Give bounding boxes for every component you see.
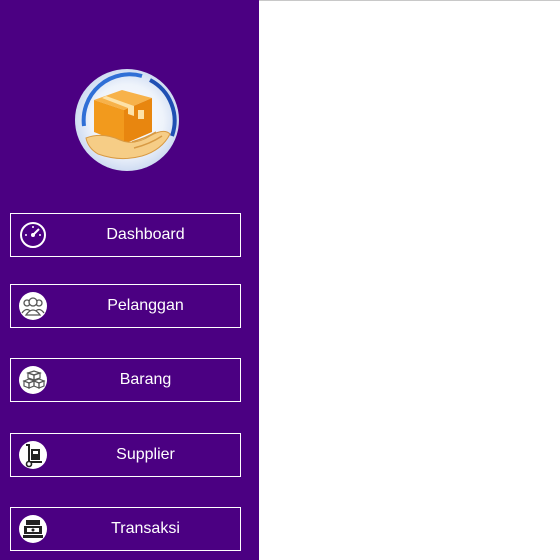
- menu-label-barang: Barang: [119, 371, 172, 388]
- menu-button-pelanggan[interactable]: Pelanggan: [10, 284, 241, 328]
- menu-button-barang[interactable]: Barang: [10, 358, 241, 402]
- menu-label-transaksi: Transaksi: [111, 520, 180, 537]
- speedometer-icon: [18, 220, 48, 250]
- hand-truck-icon: [18, 440, 48, 470]
- cash-register-icon: [18, 514, 48, 544]
- menu-label-pelanggan: Pelanggan: [107, 297, 184, 314]
- menu-label-dashboard: Dashboard: [106, 226, 185, 243]
- menu-button-transaksi[interactable]: Transaksi: [10, 507, 241, 551]
- sidebar: Dashboard Pelanggan Barang Supplier Tran…: [0, 0, 259, 560]
- menu-label-supplier: Supplier: [116, 446, 175, 463]
- delivery-box-logo-icon: [72, 66, 182, 174]
- boxes-icon: [18, 365, 48, 395]
- menu-button-supplier[interactable]: Supplier: [10, 433, 241, 477]
- users-group-icon: [18, 291, 48, 321]
- menu-button-dashboard[interactable]: Dashboard: [10, 213, 241, 257]
- main-content-area: [259, 1, 560, 560]
